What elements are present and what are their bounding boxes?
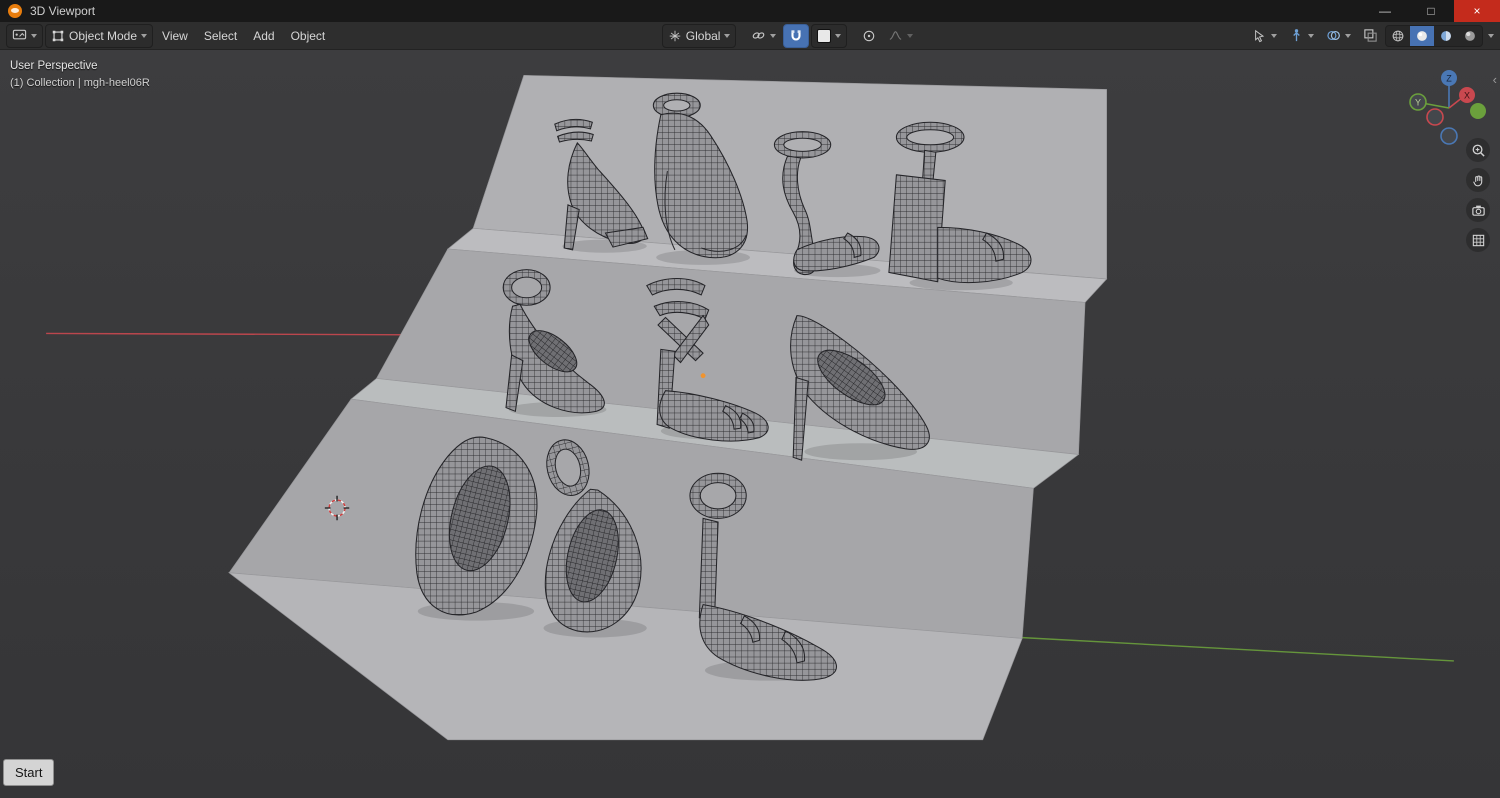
wireframe-sphere-icon [1392,30,1404,41]
gizmo-z-label: Z [1446,74,1452,84]
chevron-down-icon [141,33,148,38]
orientation-globe-icon [669,30,681,41]
gizmo-x-neg-axis[interactable] [1426,108,1444,126]
proportional-circle-icon [864,30,875,41]
xray-icon [1364,29,1377,42]
gizmo-y-label: Y [1415,98,1421,108]
menu-view[interactable]: View [155,27,195,45]
viewport-canvas[interactable] [0,50,1500,798]
chevron-down-icon [1308,33,1314,38]
orientation-label: Global [685,28,721,43]
grid-icon [1472,234,1484,246]
mode-dropdown[interactable]: Object Mode [45,23,154,48]
shading-mode-group [1385,24,1483,47]
magnet-icon [791,29,802,41]
navigation-gizmo[interactable]: Z X Y [1406,60,1492,146]
chevron-down-icon [31,33,37,38]
menu-object[interactable]: Object [284,27,333,45]
mode-dropdown-label: Object Mode [69,28,138,43]
transform-orientation-dropdown[interactable]: Global [661,23,737,48]
gizmo-z-neg-axis[interactable] [1440,127,1458,145]
snap-settings-dropdown[interactable] [811,23,848,48]
overlays-icon [1327,30,1340,41]
gizmo-x-label: X [1464,91,1470,101]
gizmo-icon [1293,29,1300,42]
solid-sphere-icon [1417,30,1427,41]
orthographic-toggle-button[interactable] [1466,228,1490,252]
select-tool-dropdown[interactable] [1248,25,1282,47]
maximize-button[interactable]: □ [1408,0,1454,22]
snap-toggle[interactable] [783,23,810,48]
shading-material-button[interactable] [1434,26,1458,46]
rendered-sphere-icon [1465,30,1475,41]
view-perspective-label: User Perspective [10,60,98,72]
minimize-button[interactable]: — [1362,0,1408,22]
menu-add[interactable]: Add [246,27,281,45]
proportional-editing-toggle[interactable] [857,25,881,47]
camera-view-button[interactable] [1466,198,1490,222]
chevron-down-icon [907,33,914,38]
toggle-xray-button[interactable] [1358,25,1383,47]
falloff-curve-icon [890,31,902,40]
gizmo-y-neg-axis[interactable] [1470,103,1486,119]
snap-target-swatch [817,28,832,43]
pan-button[interactable] [1466,168,1490,192]
window-title: 3D Viewport [30,4,96,18]
hand-icon [1472,174,1482,186]
shading-options-chevron-icon[interactable] [1488,33,1494,38]
shading-rendered-button[interactable] [1458,26,1482,46]
pivot-link-icon [753,32,765,39]
show-overlays-dropdown[interactable] [1321,25,1356,47]
window-titlebar: 3D Viewport — □ × [0,0,1500,22]
chevron-down-icon [1271,33,1277,38]
menu-select[interactable]: Select [197,27,244,45]
zoom-button[interactable] [1466,138,1490,162]
shading-solid-button[interactable] [1410,25,1434,46]
cursor-arrow-icon [1255,29,1265,42]
chevron-down-icon [770,33,777,38]
shading-wireframe-button[interactable] [1386,26,1410,46]
breadcrumb: (1) Collection | mgh-heel06R [10,77,150,89]
material-sphere-icon [1441,30,1451,41]
viewport-side-tools [1466,138,1490,252]
blender-logo-icon[interactable] [8,4,22,18]
chevron-down-icon [1345,33,1351,38]
object-origin-dot [700,373,706,379]
object-mode-icon [52,30,64,41]
viewport-header: Object Mode View Select Add Object Globa… [0,22,1500,50]
show-gizmos-dropdown[interactable] [1284,25,1319,47]
viewport-3d: User Perspective (1) Collection | mgh-he… [0,50,1500,798]
close-button[interactable]: × [1454,0,1500,22]
chevron-down-icon [835,33,842,38]
proportional-falloff-dropdown[interactable] [883,25,918,47]
y-axis-line [1020,636,1454,662]
viewport-info: User Perspective (1) Collection | mgh-he… [10,58,150,92]
start-button[interactable]: Start [3,759,55,786]
sidebar-toggle[interactable]: ‹ [1490,70,1500,89]
camera-icon [1471,205,1485,216]
pivot-point-dropdown[interactable] [746,25,781,47]
chevron-down-icon [724,33,731,38]
editor-type-icon [12,29,27,40]
magnifier-icon [1472,144,1485,157]
editor-type-selector[interactable] [6,23,43,48]
